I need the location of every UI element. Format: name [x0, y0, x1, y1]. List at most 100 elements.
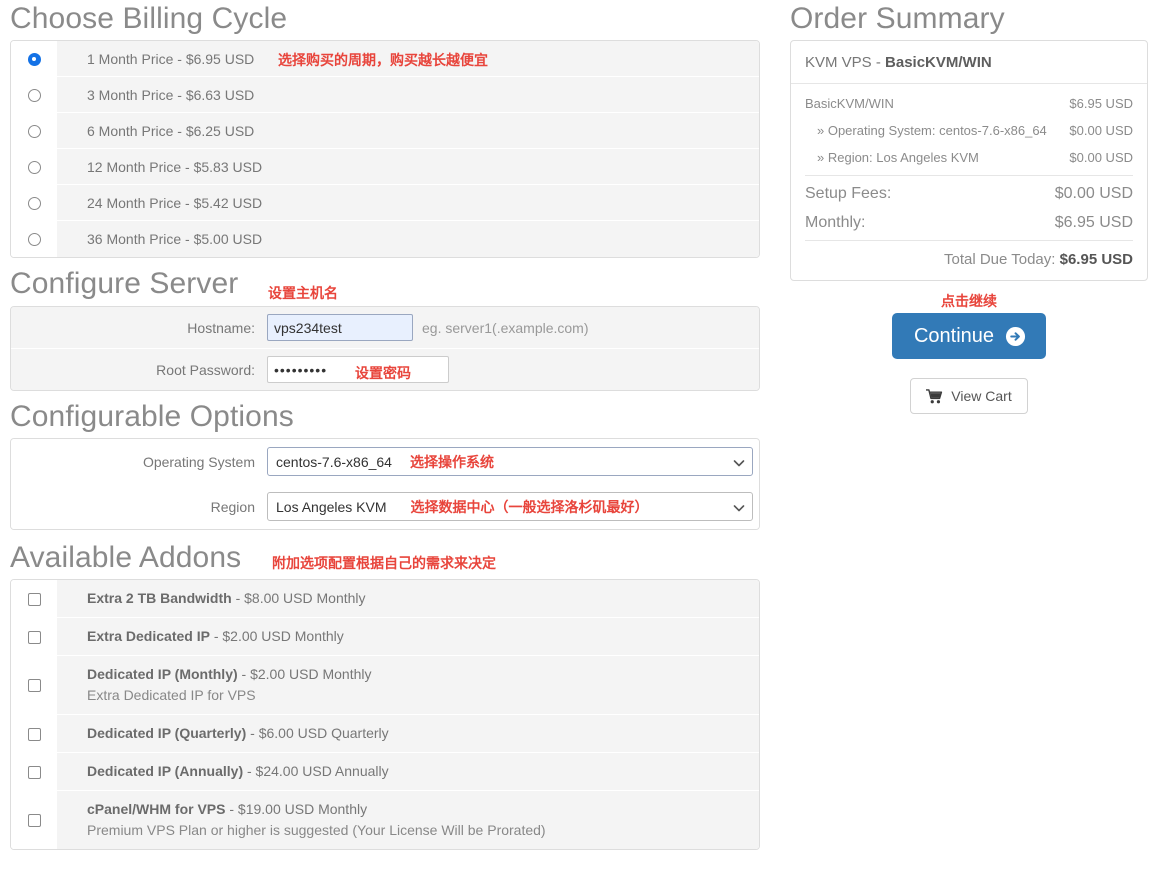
page-title-available-addons: Available Addons — [10, 541, 242, 574]
operating-system-annotation: 选择操作系统 — [409, 454, 494, 471]
root-password-input[interactable] — [267, 356, 449, 383]
billing-option-label: 3 Month Price - $6.63 USD — [57, 77, 759, 113]
billing-radio-cell — [11, 41, 57, 77]
addon-checkbox-cell — [11, 618, 57, 656]
region-row: Region Los Angeles KVM 选择数据中心（一般选择洛杉矶最好） — [11, 484, 759, 529]
addon-name: Dedicated IP (Annually) — [87, 763, 244, 779]
addon-checkbox-dedicated-ip-annually[interactable] — [27, 765, 41, 779]
addon-row[interactable]: Extra Dedicated IP - $2.00 USD Monthly — [11, 618, 759, 656]
chevron-down-icon — [733, 457, 745, 467]
billing-option-label: 24 Month Price - $5.42 USD — [57, 185, 759, 221]
configure-server-panel: Hostname: eg. server1(.example.com) Root… — [10, 306, 760, 391]
operating-system-label: Operating System — [142, 453, 255, 470]
billing-option-row[interactable]: 3 Month Price - $6.63 USD — [11, 77, 759, 113]
billing-radio-24-month[interactable] — [27, 196, 41, 210]
monthly-label: Monthly: — [805, 214, 866, 231]
addon-name: Dedicated IP (Monthly) — [87, 666, 238, 682]
billing-option-label: 1 Month Price - $6.95 USD — [57, 41, 759, 77]
addon-price: - $19.00 USD Monthly — [225, 801, 368, 817]
billing-option-row[interactable]: 1 Month Price - $6.95 USD — [11, 41, 759, 77]
order-summary-line-amount: $0.00 USD — [1069, 123, 1133, 138]
order-configuration-page: Choose Billing Cycle 选择购买的周期，购买越长越便宜 1 M… — [0, 0, 1159, 873]
order-summary-product-header: KVM VPS - BasicKVM/WIN — [791, 41, 1147, 84]
right-column: Order Summary KVM VPS - BasicKVM/WIN Bas… — [790, 0, 1148, 414]
addon-checkbox-extra-2tb-bandwidth[interactable] — [27, 592, 41, 606]
addon-checkbox-cell — [11, 580, 57, 618]
region-selected-value: Los Angeles KVM — [276, 498, 387, 515]
view-cart-button[interactable]: View Cart — [910, 378, 1028, 414]
region-field: Los Angeles KVM 选择数据中心（一般选择洛杉矶最好） — [267, 492, 759, 521]
addon-row[interactable]: Extra 2 TB Bandwidth - $8.00 USD Monthly — [11, 580, 759, 618]
operating-system-select[interactable]: centos-7.6-x86_64 选择操作系统 — [267, 447, 753, 476]
configure-server-title-row: Configure Server 设置主机名 — [10, 267, 760, 303]
addon-row[interactable]: Dedicated IP (Monthly) - $2.00 USD Month… — [11, 656, 759, 715]
addon-name: Dedicated IP (Quarterly) — [87, 725, 247, 741]
order-summary-line-label: BasicKVM/WIN — [805, 96, 894, 111]
billing-option-row[interactable]: 36 Month Price - $5.00 USD — [11, 221, 759, 257]
addon-checkbox-cell — [11, 656, 57, 715]
billing-radio-36-month[interactable] — [27, 232, 41, 246]
addon-title: Dedicated IP (Quarterly) - $6.00 USD Qua… — [87, 725, 389, 741]
addon-name: Extra Dedicated IP — [87, 628, 210, 644]
root-password-row: Root Password: 设置密码 — [11, 349, 759, 390]
order-summary-product-name: BasicKVM/WIN — [885, 54, 992, 71]
billing-cycle-title-row: Choose Billing Cycle — [10, 2, 760, 38]
addon-checkbox-dedicated-ip-monthly[interactable] — [27, 679, 41, 692]
order-summary-line-amount: $6.95 USD — [1069, 96, 1133, 111]
addon-title: Dedicated IP (Monthly) - $2.00 USD Month… — [87, 666, 372, 682]
addon-title: Extra Dedicated IP - $2.00 USD Monthly — [87, 628, 344, 644]
addon-checkbox-extra-dedicated-ip[interactable] — [27, 630, 41, 644]
order-summary-divider — [805, 240, 1133, 241]
configurable-options-title-row: Configurable Options — [10, 400, 760, 436]
order-summary-line-label: » Region: Los Angeles KVM — [817, 150, 979, 165]
addon-name: cPanel/WHM for VPS — [87, 801, 226, 817]
addon-checkbox-cell — [11, 753, 57, 791]
monthly-line: Monthly: $6.95 USD — [805, 207, 1133, 236]
addon-row[interactable]: cPanel/WHM for VPS - $19.00 USD Monthly … — [11, 791, 759, 849]
order-summary-line: » Region: Los Angeles KVM $0.00 USD — [805, 144, 1133, 171]
addon-name: Extra 2 TB Bandwidth — [87, 590, 232, 606]
addon-checkbox-cell — [11, 791, 57, 849]
hostname-input[interactable] — [267, 314, 413, 341]
addon-row[interactable]: Dedicated IP (Annually) - $24.00 USD Ann… — [11, 753, 759, 791]
billing-radio-1-month[interactable] — [27, 52, 41, 66]
billing-option-row[interactable]: 24 Month Price - $5.42 USD — [11, 185, 759, 221]
continue-annotation-row: 点击继续 — [790, 291, 1148, 310]
addon-title: Dedicated IP (Annually) - $24.00 USD Ann… — [87, 763, 389, 779]
root-password-label: Root Password: — [156, 361, 255, 378]
setup-fees-line: Setup Fees: $0.00 USD — [805, 178, 1133, 207]
billing-radio-3-month[interactable] — [27, 88, 41, 102]
hostname-row: Hostname: eg. server1(.example.com) — [11, 307, 759, 349]
billing-radio-12-month[interactable] — [27, 160, 41, 174]
addon-checkbox-dedicated-ip-quarterly[interactable] — [27, 727, 41, 741]
page-title-configure-server: Configure Server — [10, 267, 239, 300]
action-button-area: 点击继续 Continue View Cart — [790, 291, 1148, 414]
configurable-options-panel: Operating System centos-7.6-x86_64 选择操作系… — [10, 438, 760, 530]
hostname-annotation: 设置主机名 — [268, 286, 338, 302]
billing-radio-cell — [11, 221, 57, 257]
setup-fees-label: Setup Fees: — [805, 185, 892, 202]
billing-option-row[interactable]: 12 Month Price - $5.83 USD — [11, 149, 759, 185]
order-summary-line-label: » Operating System: centos-7.6-x86_64 — [817, 123, 1047, 138]
addon-body: cPanel/WHM for VPS - $19.00 USD Monthly … — [57, 791, 759, 849]
addon-price: - $2.00 USD Monthly — [237, 666, 372, 682]
addon-title: cPanel/WHM for VPS - $19.00 USD Monthly — [87, 801, 367, 817]
continue-button[interactable]: Continue — [891, 313, 1047, 359]
monthly-amount: $6.95 USD — [1054, 214, 1133, 231]
addon-body: Dedicated IP (Monthly) - $2.00 USD Month… — [57, 656, 759, 715]
billing-option-row[interactable]: 6 Month Price - $6.25 USD — [11, 113, 759, 149]
addon-checkbox-cpanel-whm-for-vps[interactable] — [27, 813, 41, 827]
billing-radio-cell — [11, 185, 57, 221]
addon-description: Extra Dedicated IP for VPS — [87, 687, 256, 703]
hostname-label: Hostname: — [187, 319, 255, 336]
addon-row[interactable]: Dedicated IP (Quarterly) - $6.00 USD Qua… — [11, 715, 759, 753]
region-select[interactable]: Los Angeles KVM 选择数据中心（一般选择洛杉矶最好） — [267, 492, 753, 521]
addon-description: Premium VPS Plan or higher is suggested … — [87, 822, 546, 838]
operating-system-selected-value: centos-7.6-x86_64 — [276, 453, 392, 470]
addon-price: - $8.00 USD Monthly — [231, 590, 366, 606]
billing-option-label: 36 Month Price - $5.00 USD — [57, 221, 759, 257]
billing-radio-6-month[interactable] — [27, 124, 41, 138]
order-summary-line-amount: $0.00 USD — [1069, 150, 1133, 165]
billing-cycle-panel: 选择购买的周期，购买越长越便宜 1 Month Price - $6.95 US… — [10, 40, 760, 258]
addons-annotation: 附加选项配置根据自己的需求来决定 — [272, 556, 496, 572]
